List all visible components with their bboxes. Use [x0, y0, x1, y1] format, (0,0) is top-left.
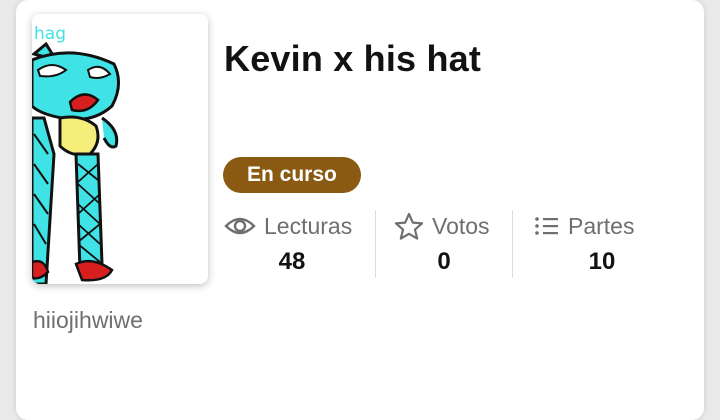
star-icon — [394, 212, 424, 240]
cover-text: hag — [34, 24, 66, 44]
stat-votes: Votos 0 — [394, 208, 510, 280]
stat-parts-label: Partes — [568, 212, 635, 239]
story-title: Kevin x his hat — [224, 38, 482, 79]
stat-votes-label: Votos — [432, 212, 490, 239]
stat-divider — [512, 210, 513, 278]
stat-reads-value: 48 — [278, 248, 306, 275]
stat-parts-value: 10 — [588, 248, 616, 275]
stat-divider — [375, 210, 376, 278]
author-name[interactable]: hiiojihwiwe — [33, 307, 143, 334]
list-icon — [534, 215, 560, 237]
story-cover[interactable]: hag — [32, 14, 208, 284]
status-badge: En curso — [223, 157, 361, 193]
story-card: hag Kevin x his hat En curso Lecturas 48… — [16, 0, 704, 420]
cover-drawing: hag — [32, 24, 120, 284]
eye-icon — [224, 214, 256, 238]
stat-parts: Partes 10 — [534, 208, 654, 280]
stat-reads: Lecturas 48 — [224, 208, 374, 280]
stat-reads-label: Lecturas — [264, 212, 353, 239]
stat-votes-value: 0 — [437, 248, 451, 275]
